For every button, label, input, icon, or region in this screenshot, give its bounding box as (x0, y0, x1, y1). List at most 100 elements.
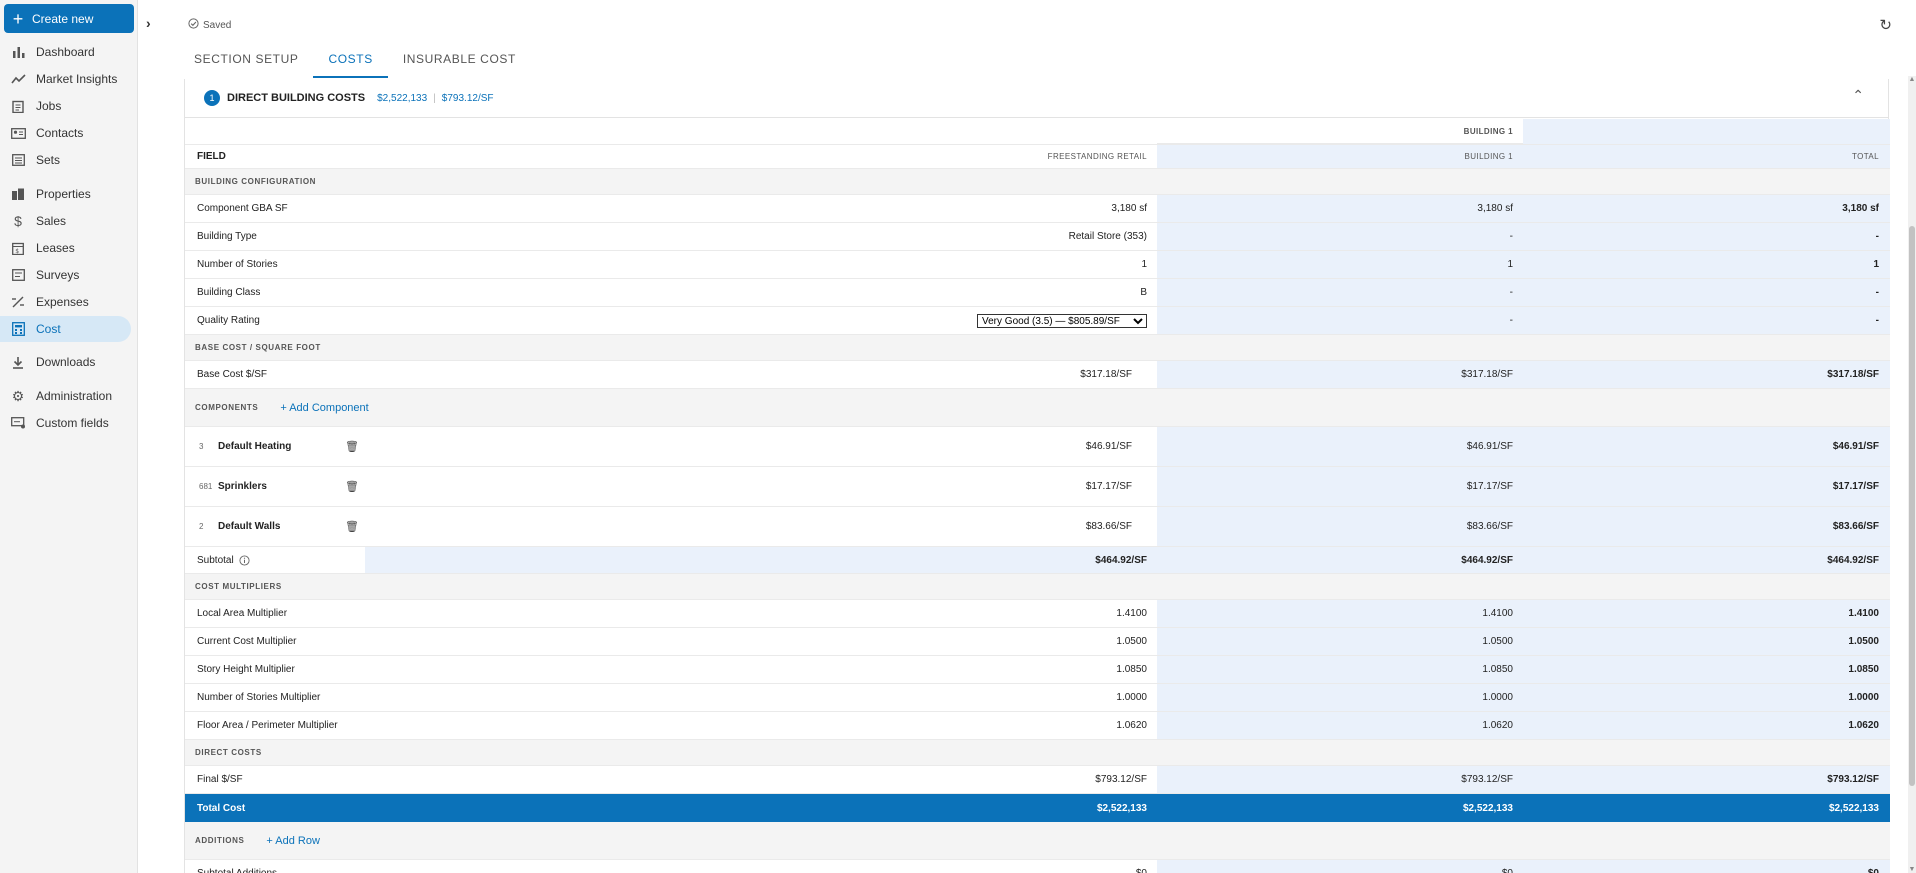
sidebar-item-contacts[interactable]: Contacts (0, 120, 131, 146)
table-row: Component GBA SF 3,180 sf 3,180 sf 3,180… (185, 195, 1890, 223)
cell-freestanding-retail[interactable]: 1.4100 (485, 600, 1157, 627)
component-row: 3 Default Heating 🗑 $46.91/SF $46.91/SF … (185, 427, 1890, 467)
cell-total: $0 (1523, 860, 1890, 873)
cell-total: $46.91/SF (1523, 427, 1890, 466)
cell-freestanding-retail[interactable]: 1.0500 (485, 628, 1157, 655)
saved-label: Saved (203, 19, 232, 31)
cell-freestanding-retail[interactable]: 1 (485, 251, 1157, 278)
trash-icon[interactable]: 🗑 (345, 480, 359, 493)
table-row: Floor Area / Perimeter Multiplier 1.0620… (185, 712, 1890, 740)
quality-rating-select[interactable]: Very Good (3.5) — $805.89/SF (977, 313, 1147, 328)
cell-freestanding-retail[interactable]: 3,180 sf (485, 195, 1157, 222)
group-header-cost-multipliers: COST MULTIPLIERS (185, 574, 1890, 600)
sidebar-item-surveys[interactable]: Surveys (0, 262, 131, 288)
sidebar-item-label: Custom fields (36, 416, 109, 430)
table-row: Building Class B - - (185, 279, 1890, 307)
row-label: Current Cost Multiplier (197, 636, 297, 647)
building-group-header: BUILDING 1 (185, 119, 1890, 144)
chevron-up-icon[interactable]: ⌃ (1852, 87, 1864, 104)
cell-freestanding-retail[interactable]: 1.0850 (485, 656, 1157, 683)
sidebar-item-leases[interactable]: $ Leases (0, 235, 131, 261)
component-name: Sprinklers (218, 481, 267, 492)
cell-freestanding-retail[interactable]: B (485, 279, 1157, 306)
sidebar-item-downloads[interactable]: Downloads (0, 349, 131, 375)
column-header-field: FIELD (197, 151, 226, 162)
cell-total: - (1523, 279, 1890, 306)
sidebar-item-custom-fields[interactable]: Custom fields (0, 410, 131, 436)
sidebar-item-expenses[interactable]: Expenses (0, 289, 131, 315)
add-component-button[interactable]: + Add Component (280, 402, 368, 414)
cell-building-1: $464.92/SF (1157, 547, 1523, 573)
group-header-base-cost: BASE COST / SQUARE FOOT (185, 335, 1890, 361)
trash-icon[interactable]: 🗑 (345, 440, 359, 453)
section-per-sf: $793.12/SF (441, 92, 494, 104)
cell-total: 1.0620 (1523, 712, 1890, 739)
group-header-direct-costs: DIRECT COSTS (185, 740, 1890, 766)
calculator-icon (0, 322, 36, 336)
table-row: Story Height Multiplier 1.0850 1.0850 1.… (185, 656, 1890, 684)
buildings-icon (0, 188, 36, 200)
vertical-scrollbar[interactable]: ▲ ▼ (1908, 76, 1916, 873)
add-row-button[interactable]: + Add Row (266, 835, 320, 847)
cell-building-1: 1.4100 (1157, 600, 1523, 627)
divider: | (433, 92, 436, 104)
check-circle-icon (188, 18, 199, 32)
cell-freestanding-retail[interactable]: 1.0620 (485, 712, 1157, 739)
cell-total: 1.0850 (1523, 656, 1890, 683)
row-label: Subtotal Additions (197, 860, 497, 873)
sidebar-item-cost[interactable]: Cost (0, 316, 131, 342)
group-title: BUILDING CONFIGURATION (195, 177, 317, 186)
cell-total: 1.0000 (1523, 684, 1890, 711)
section-title: DIRECT BUILDING COSTS (227, 92, 366, 104)
cell-freestanding-retail: $793.12/SF (1095, 774, 1147, 785)
sidebar-item-properties[interactable]: Properties (0, 181, 131, 207)
subtotal-additions-row: Subtotal Additions $0 $0 $0 (185, 860, 1890, 873)
percent-icon (0, 296, 36, 308)
table-row: Local Area Multiplier 1.4100 1.4100 1.41… (185, 600, 1890, 628)
cell-building-1: - (1157, 223, 1523, 250)
cell-building-1: $317.18/SF (1157, 361, 1523, 388)
row-label: Number of Stories Multiplier (197, 692, 321, 703)
sidebar-item-label: Administration (36, 389, 113, 403)
sidebar-item-sales[interactable]: $ Sales (0, 208, 131, 234)
info-icon[interactable] (239, 554, 250, 566)
row-label: Story Height Multiplier (197, 664, 295, 675)
row-label: Final $/SF (197, 774, 243, 785)
scroll-up-arrow-icon[interactable]: ▲ (1908, 76, 1916, 83)
cell-freestanding-retail[interactable]: 1.0000 (485, 684, 1157, 711)
cell-building-1: $17.17/SF (1157, 467, 1523, 506)
sidebar-item-label: Properties (36, 187, 91, 201)
column-header-freestanding-retail: FREESTANDING RETAIL (1047, 152, 1147, 161)
scrollbar-thumb[interactable] (1909, 226, 1915, 786)
download-icon (0, 356, 36, 369)
sidebar-item-market-insights[interactable]: Market Insights (0, 66, 131, 92)
cell-total: $317.18/SF (1523, 361, 1890, 388)
group-header-additions: ADDITIONS + Add Row (185, 822, 1890, 860)
sidebar-item-label: Sets (36, 153, 61, 167)
sidebar-item-sets[interactable]: Sets (0, 147, 131, 173)
sidebar-item-dashboard[interactable]: Dashboard (0, 39, 131, 65)
row-label: Total Cost (197, 802, 246, 814)
sidebar-item-administration[interactable]: ⚙ Administration (0, 383, 131, 409)
tab-section-setup[interactable]: SECTION SETUP (179, 48, 313, 78)
cell-total: 3,180 sf (1523, 195, 1890, 222)
cell-building-1: $46.91/SF (1157, 427, 1523, 466)
refresh-icon[interactable]: ↻ (1879, 16, 1892, 34)
sidebar-item-jobs[interactable]: Jobs (0, 93, 131, 119)
section-header[interactable]: 1 DIRECT BUILDING COSTS $2,522,133 | $79… (185, 79, 1888, 118)
sidebar-item-label: Leases (36, 241, 75, 255)
create-new-button[interactable]: + Create new (4, 4, 134, 33)
trash-icon[interactable]: 🗑 (345, 520, 359, 533)
tab-insurable-cost[interactable]: INSURABLE COST (388, 48, 531, 78)
subtotal-row: Subtotal $464.92/SF $464.92/SF $464.92/S… (185, 547, 1890, 574)
main-content: Saved ↻ SECTION SETUP COSTS INSURABLE CO… (139, 0, 1916, 873)
row-label: Building Class (197, 287, 261, 298)
sidebar-item-label: Market Insights (36, 72, 118, 86)
tab-costs[interactable]: COSTS (313, 48, 388, 78)
scroll-down-arrow-icon[interactable]: ▼ (1908, 866, 1916, 873)
cell-building-1: 1.0850 (1157, 656, 1523, 683)
cell-total: 1.0500 (1523, 628, 1890, 655)
component-code: 2 (199, 522, 204, 531)
cell-freestanding-retail[interactable]: Retail Store (353) (485, 223, 1157, 250)
direct-building-costs-section: 1 DIRECT BUILDING COSTS $2,522,133 | $79… (184, 79, 1890, 873)
